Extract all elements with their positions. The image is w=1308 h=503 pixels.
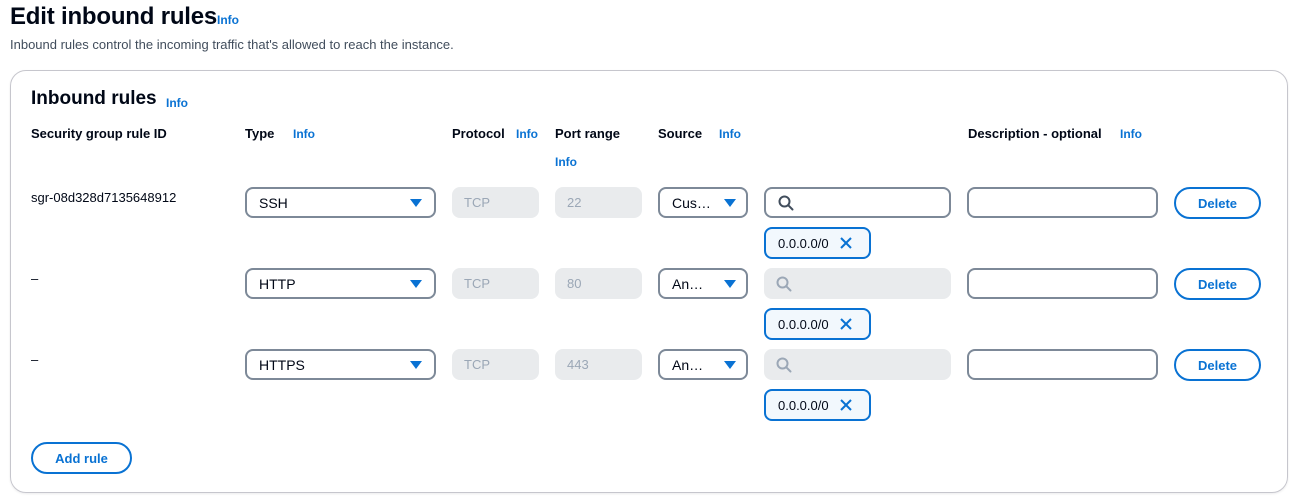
cidr-token: 0.0.0.0/0 xyxy=(764,389,871,421)
type-select[interactable]: SSH xyxy=(245,187,436,218)
description-input[interactable] xyxy=(967,187,1158,218)
col-header-protocol: Protocol xyxy=(452,126,505,141)
protocol-info-link[interactable]: Info xyxy=(516,127,538,141)
delete-button[interactable]: Delete xyxy=(1174,268,1261,300)
rule-id: sgr-08d328d7135648912 xyxy=(31,190,177,205)
remove-token-icon[interactable] xyxy=(839,236,853,250)
type-select[interactable]: HTTPS xyxy=(245,349,436,380)
source-select[interactable]: An… xyxy=(658,268,748,299)
source-select[interactable]: An… xyxy=(658,349,748,380)
port-range-input: 22 xyxy=(555,187,642,218)
type-select-value: SSH xyxy=(259,194,288,211)
source-search-input xyxy=(764,268,951,299)
cidr-token: 0.0.0.0/0 xyxy=(764,308,871,340)
port-range-input: 80 xyxy=(555,268,642,299)
delete-button[interactable]: Delete xyxy=(1174,187,1261,219)
description-info-link[interactable]: Info xyxy=(1120,127,1142,141)
caret-down-icon xyxy=(724,198,736,207)
type-select-value: HTTP xyxy=(259,275,296,292)
search-icon xyxy=(776,276,792,291)
caret-down-icon xyxy=(724,279,736,288)
remove-token-icon[interactable] xyxy=(839,398,853,412)
page-info-link[interactable]: Info xyxy=(217,13,239,27)
col-header-type: Type xyxy=(245,126,275,141)
source-select[interactable]: Cus… xyxy=(658,187,748,218)
type-select-value: HTTPS xyxy=(259,356,305,373)
col-header-rule-id: Security group rule ID xyxy=(31,126,167,141)
caret-down-icon xyxy=(410,198,422,207)
caret-down-icon xyxy=(410,360,422,369)
source-search-input xyxy=(764,349,951,380)
search-icon xyxy=(776,357,792,372)
cidr-token-label: 0.0.0.0/0 xyxy=(778,235,829,251)
col-header-port-range: Port range xyxy=(555,126,621,141)
page-description: Inbound rules control the incoming traff… xyxy=(10,37,454,52)
description-input[interactable] xyxy=(967,268,1158,299)
type-info-link[interactable]: Info xyxy=(293,127,315,141)
source-select-value: Cus… xyxy=(672,194,711,211)
port-range-info-link[interactable]: Info xyxy=(555,155,577,169)
add-rule-button[interactable]: Add rule xyxy=(31,442,132,474)
port-range-input: 443 xyxy=(555,349,642,380)
col-header-description: Description - optional xyxy=(968,126,1102,141)
source-select-value: An… xyxy=(672,356,704,373)
source-info-link[interactable]: Info xyxy=(719,127,741,141)
protocol-input: TCP xyxy=(452,187,539,218)
caret-down-icon xyxy=(724,360,736,369)
page-title: Edit inbound rules xyxy=(10,3,218,30)
cidr-token-label: 0.0.0.0/0 xyxy=(778,397,829,413)
protocol-input: TCP xyxy=(452,268,539,299)
search-icon xyxy=(778,195,794,210)
cidr-token-label: 0.0.0.0/0 xyxy=(778,316,829,332)
delete-button[interactable]: Delete xyxy=(1174,349,1261,381)
type-select[interactable]: HTTP xyxy=(245,268,436,299)
source-select-value: An… xyxy=(672,275,704,292)
protocol-input: TCP xyxy=(452,349,539,380)
cidr-token: 0.0.0.0/0 xyxy=(764,227,871,259)
rule-id: – xyxy=(31,352,39,367)
caret-down-icon xyxy=(410,279,422,288)
panel-info-link[interactable]: Info xyxy=(166,96,188,110)
description-input[interactable] xyxy=(967,349,1158,380)
rule-id: – xyxy=(31,271,39,286)
col-header-source: Source xyxy=(658,126,703,141)
remove-token-icon[interactable] xyxy=(839,317,853,331)
source-search-input[interactable] xyxy=(764,187,951,218)
panel-title: Inbound rules xyxy=(31,88,157,109)
